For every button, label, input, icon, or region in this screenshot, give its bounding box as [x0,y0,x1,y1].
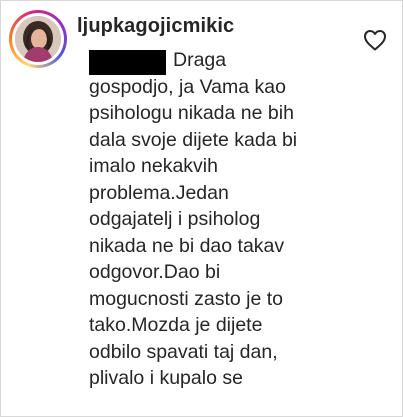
comment-line: imalo nekakvih [89,155,218,177]
username[interactable]: ljupkagojicmikic [77,15,234,38]
comment-line: dala svoje dijete kada bi [89,128,298,151]
comment-text: Draga gospodjo, ja Vama kao psihologu ni… [89,47,359,392]
comment-line: plivalo i kupalo se [89,367,243,389]
comment-line: nikada ne bi dao takav [89,234,285,257]
comment-line: odgovor.Dao bi [89,261,221,283]
comment-card: ljupkagojicmikic Draga gospodjo, ja Vama… [0,0,403,417]
comment-line: odbilo spavati taj dan, [89,340,278,363]
comment-line: psihologu nikada ne bih [89,102,294,124]
avatar-story-ring[interactable] [9,10,67,68]
comment-line: Draga [173,49,227,71]
comment-line: mogucnosti zasto je to [89,287,284,310]
avatar[interactable] [15,16,61,62]
comment-line: problema.Jedan [89,181,229,204]
heart-outline-icon[interactable] [363,29,387,51]
avatar-image [15,16,61,62]
comment-line: gospodjo, ja Vama kao [89,75,286,98]
avatar-gap [12,13,64,65]
comment-line: odgajatelj i psiholog [89,208,261,230]
comment-line: tako.Mozda je dijete [89,314,263,336]
